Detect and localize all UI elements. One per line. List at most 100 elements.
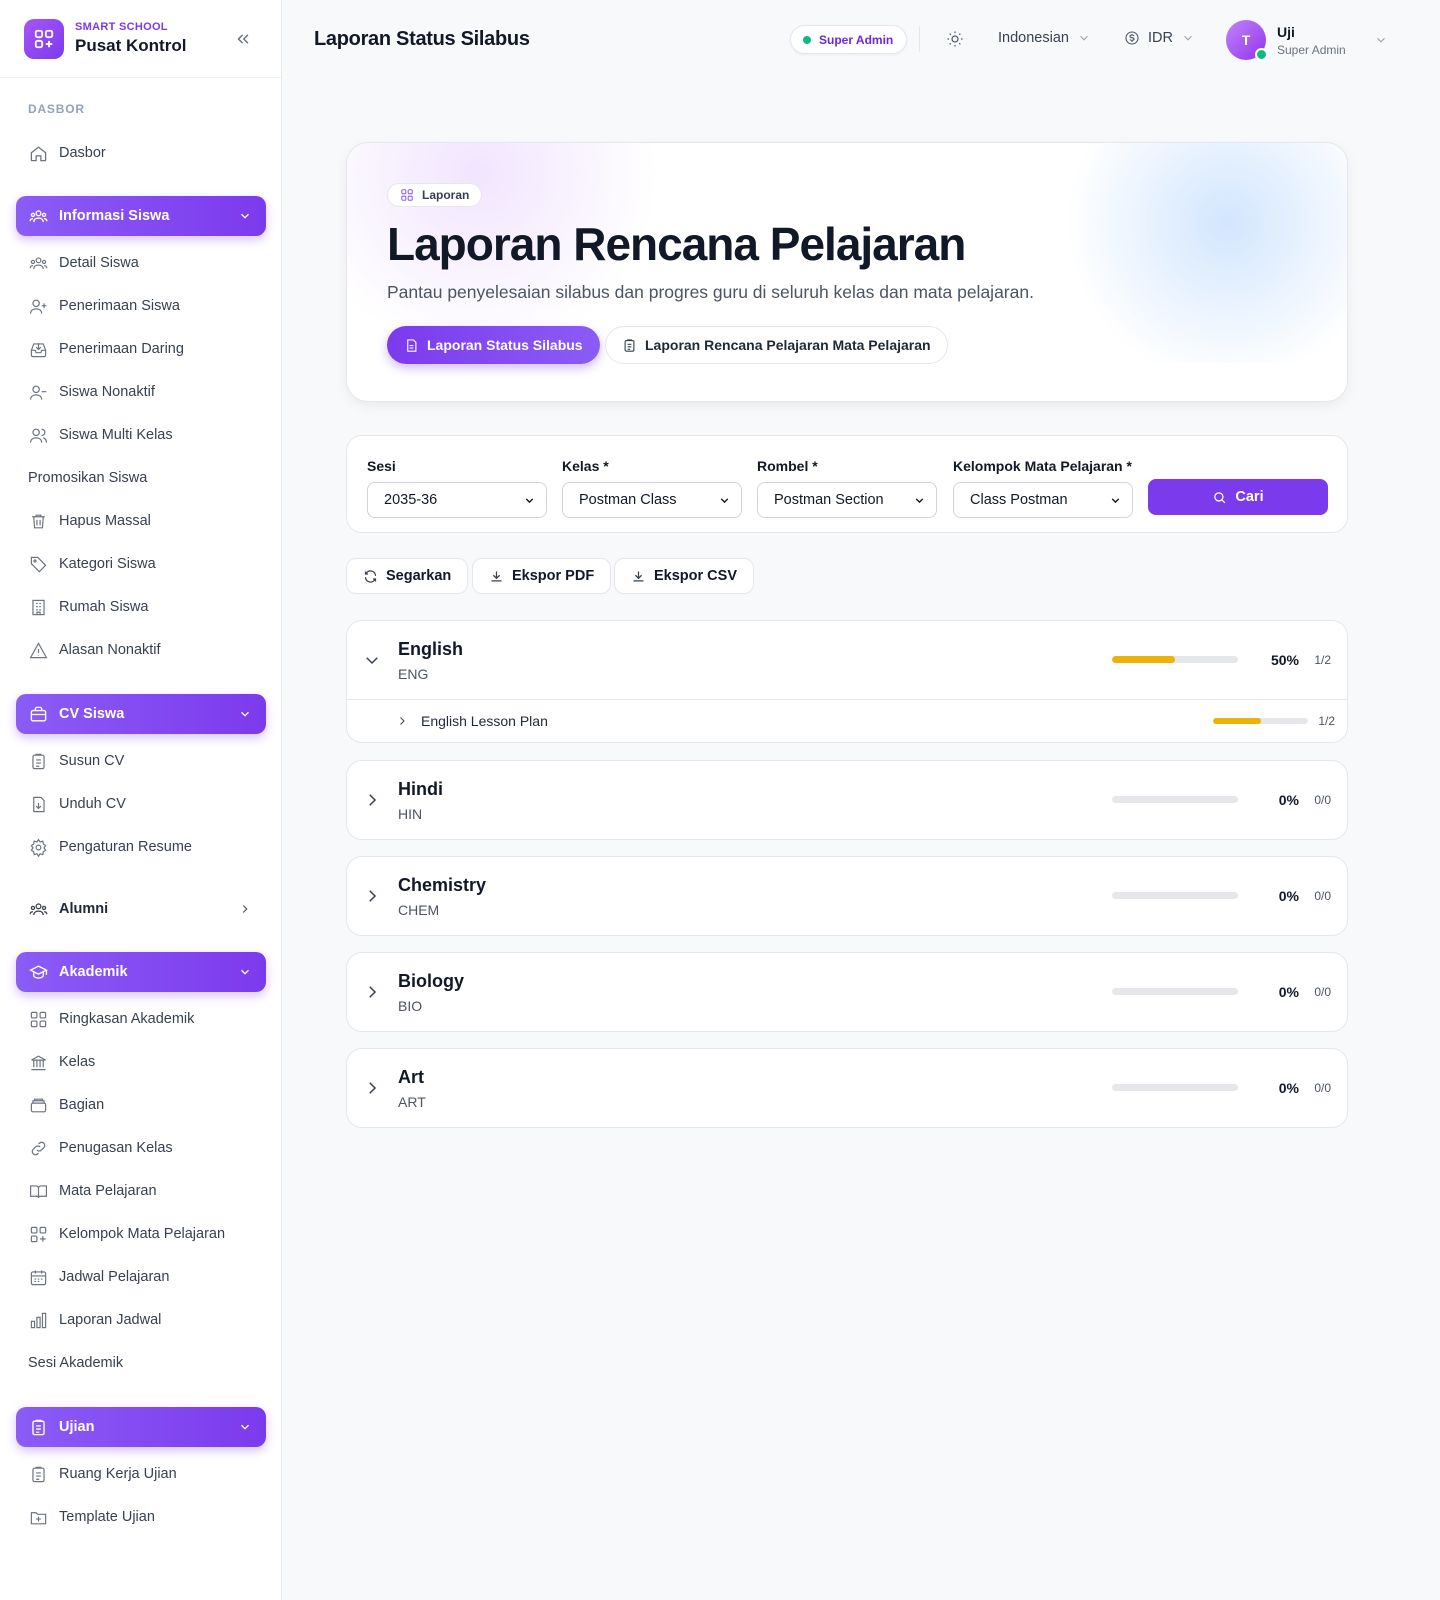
sidebar-item-label: Penugasan Kelas: [59, 1140, 173, 1156]
sidebar-item-kategori-siswa[interactable]: Kategori Siswa: [28, 553, 156, 575]
sidebar-item-label: Ringkasan Akademik: [59, 1011, 195, 1027]
select-value: Postman Section: [774, 492, 884, 508]
hero-card: Laporan Laporan Rencana Pelajaran Pantau…: [346, 142, 1348, 402]
kelompok-select[interactable]: Class Postman: [953, 482, 1133, 518]
tab-laporan-status-silabus[interactable]: Laporan Status Silabus: [387, 326, 600, 364]
search-button[interactable]: Cari: [1148, 479, 1328, 515]
sidebar-item-ruang-kerja-ujian[interactable]: Ruang Kerja Ujian: [28, 1463, 177, 1485]
subject-card-chemistry: Chemistry CHEM 0% 0/0: [346, 856, 1348, 936]
chevron-right-icon[interactable]: [396, 715, 408, 727]
subject-header[interactable]: English ENG 50% 1/2: [347, 621, 1347, 699]
sidebar-group-ujian[interactable]: Ujian: [16, 1407, 266, 1447]
sidebar-item-unduh-cv[interactable]: Unduh CV: [28, 793, 126, 815]
sidebar-item-siswa-nonaktif[interactable]: Siswa Nonaktif: [28, 381, 155, 403]
progress-bar: [1112, 796, 1238, 803]
sidebar-item-rumah-siswa[interactable]: Rumah Siswa: [28, 596, 148, 618]
file-download-icon: [28, 794, 48, 814]
search-button-label: Cari: [1235, 489, 1264, 505]
chevron-down-icon: [1376, 37, 1385, 43]
sidebar-item-label: Penerimaan Siswa: [59, 298, 180, 314]
inbox-download-icon: [28, 339, 48, 359]
kelas-select[interactable]: Postman Class: [562, 482, 742, 518]
sidebar-item-label: Ruang Kerja Ujian: [59, 1466, 177, 1482]
subject-code: ENG: [398, 666, 429, 682]
online-indicator: [1255, 48, 1268, 61]
lesson-plan-row[interactable]: English Lesson Plan 1/2: [347, 699, 1347, 742]
field-label: Kelompok Mata Pelajaran *: [953, 458, 1132, 474]
subject-header[interactable]: Hindi HIN 0% 0/0: [347, 761, 1347, 839]
rombel-select[interactable]: Postman Section: [757, 482, 937, 518]
lesson-plan-name: English Lesson Plan: [421, 713, 548, 729]
sun-icon[interactable]: [946, 30, 964, 48]
sidebar-item-laporan-jadwal[interactable]: Laporan Jadwal: [28, 1309, 161, 1331]
sidebar-item-jadwal-pelajaran[interactable]: Jadwal Pelajaran: [28, 1266, 169, 1288]
sidebar-item-label: Siswa Nonaktif: [59, 384, 155, 400]
progress-bar: [1112, 892, 1238, 899]
sidebar-group-alumni[interactable]: Alumni: [28, 898, 258, 920]
currency-select[interactable]: IDR: [1124, 30, 1195, 46]
field-label: Rombel *: [757, 458, 818, 474]
home-icon: [28, 143, 48, 163]
collapse-sidebar-icon[interactable]: [234, 30, 252, 48]
sidebar-item-kelompok-mata-pelajaran[interactable]: Kelompok Mata Pelajaran: [28, 1223, 225, 1245]
sidebar-item-penerimaan-daring[interactable]: Penerimaan Daring: [28, 338, 184, 360]
subject-code: CHEM: [398, 902, 440, 918]
subject-name: Chemistry: [398, 875, 487, 895]
tab-label: Laporan Rencana Pelajaran Mata Pelajaran: [645, 337, 931, 353]
field-sesi: Sesi 2035-36: [367, 458, 547, 518]
sidebar-item-mata-pelajaran[interactable]: Mata Pelajaran: [28, 1180, 157, 1202]
progress-bar: [1213, 718, 1308, 724]
tab-laporan-rencana-pelajaran-mata-pelajaran[interactable]: Laporan Rencana Pelajaran Mata Pelajaran: [605, 326, 948, 364]
export-csv-button[interactable]: Ekspor CSV: [614, 558, 754, 594]
chevron-right-icon[interactable]: [363, 1079, 381, 1097]
sidebar-item-template-ujian[interactable]: Template Ujian: [28, 1506, 155, 1528]
progress-percent: 0%: [1278, 888, 1299, 904]
sidebar-item-dasbor[interactable]: Dasbor: [28, 142, 106, 164]
chevron-down-icon: [241, 213, 249, 219]
chevron-down-icon: [1111, 498, 1120, 504]
sidebar-item-pengaturan-resume[interactable]: Pengaturan Resume: [28, 836, 192, 858]
sidebar-group-label: Alumni: [59, 901, 109, 917]
language-select[interactable]: Indonesian: [998, 30, 1091, 46]
subject-header[interactable]: Chemistry CHEM 0% 0/0: [347, 857, 1347, 935]
sidebar-item-siswa-multi-kelas[interactable]: Siswa Multi Kelas: [28, 424, 173, 446]
field-label: Kelas *: [562, 458, 609, 474]
sidebar-item-detail-siswa[interactable]: Detail Siswa: [28, 252, 139, 274]
sesi-select[interactable]: 2035-36: [367, 482, 547, 518]
sidebar-item-kelas[interactable]: Kelas: [28, 1051, 95, 1073]
subject-header[interactable]: Biology BIO 0% 0/0: [347, 953, 1347, 1031]
export-pdf-button[interactable]: Ekspor PDF: [472, 558, 612, 594]
folder-plus-icon: [28, 1507, 48, 1527]
sidebar-group-informasi-siswa[interactable]: Informasi Siswa: [16, 196, 266, 236]
sidebar-item-sesi-akademik[interactable]: Sesi Akademik: [28, 1352, 123, 1374]
refresh-button[interactable]: Segarkan: [346, 558, 469, 594]
sidebar-item-promosikan-siswa[interactable]: Promosikan Siswa: [28, 467, 147, 489]
search-icon: [1214, 491, 1226, 503]
sidebar-item-bagian[interactable]: Bagian: [28, 1094, 104, 1116]
chevron-down-icon[interactable]: [363, 651, 381, 669]
sidebar-group-akademik[interactable]: Akademik: [16, 952, 266, 992]
sidebar-item-susun-cv[interactable]: Susun CV: [28, 750, 124, 772]
sidebar-item-penugasan-kelas[interactable]: Penugasan Kelas: [28, 1137, 173, 1159]
sidebar-item-label: Kategori Siswa: [59, 556, 156, 572]
sidebar-item-label: Dasbor: [59, 145, 106, 161]
progress-percent: 0%: [1278, 792, 1299, 808]
sidebar-item-alasan-nonaktif[interactable]: Alasan Nonaktif: [28, 639, 161, 661]
subject-name: Hindi: [398, 779, 443, 799]
user-plus-icon: [28, 296, 48, 316]
tag-icon: [28, 554, 48, 574]
subject-header[interactable]: Art ART 0% 0/0: [347, 1049, 1347, 1127]
link-icon: [28, 1138, 48, 1158]
chevron-right-icon[interactable]: [363, 983, 381, 1001]
chevron-down-icon: [720, 498, 729, 504]
sidebar-item-ringkasan-akademik[interactable]: Ringkasan Akademik: [28, 1008, 194, 1030]
sidebar-group-cv-siswa[interactable]: CV Siswa: [16, 694, 266, 734]
sidebar-item-penerimaan-siswa[interactable]: Penerimaan Siswa: [28, 295, 180, 317]
chevron-right-icon[interactable]: [363, 887, 381, 905]
sidebar-item-label: Detail Siswa: [59, 255, 139, 271]
subject-card-art: Art ART 0% 0/0: [346, 1048, 1348, 1128]
sidebar-item-hapus-massal[interactable]: Hapus Massal: [28, 510, 151, 532]
user-menu[interactable]: T Uji Super Admin: [1226, 20, 1388, 61]
chevron-right-icon[interactable]: [363, 791, 381, 809]
progress-count: 0/0: [1314, 1081, 1331, 1095]
